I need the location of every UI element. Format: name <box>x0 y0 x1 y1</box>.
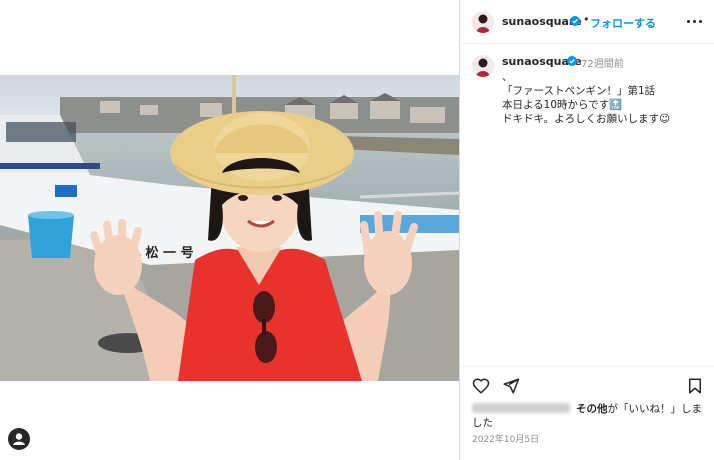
separator-dot: • <box>583 13 590 26</box>
others-link[interactable]: その他 <box>576 403 608 415</box>
liker-name-blurred[interactable] <box>472 403 570 413</box>
post-date[interactable]: 2022年10月5日 <box>472 432 539 445</box>
caption-line: ドキドキ。よろしくお願いします☺︎ <box>502 113 671 125</box>
paper-plane-icon[interactable] <box>502 377 520 395</box>
heart-icon[interactable] <box>472 377 490 395</box>
post-media-panel: 丸 松 一 号 <box>0 0 459 460</box>
caption-text: 、 「ファーストペンギン！」第1話 本日よる10時からです🔝 ドキドキ。よろしく… <box>502 70 670 126</box>
avatar[interactable] <box>472 11 494 33</box>
likes-summary: その他が「いいね！」しました <box>472 402 708 430</box>
verified-badge-icon <box>567 56 577 66</box>
action-bar <box>460 366 714 402</box>
caption-line: 、 <box>502 71 513 83</box>
bookmark-icon[interactable] <box>686 377 704 395</box>
caption-line: 本日よる10時からです🔝 <box>502 99 623 111</box>
post-photo[interactable]: 丸 松 一 号 <box>0 75 459 381</box>
photo-illustration: 丸 松 一 号 <box>0 75 459 381</box>
post-details-panel: sunaosquare • フォローする sunaosquare 72週間前 、… <box>460 0 714 460</box>
tagged-user-icon[interactable] <box>8 428 30 450</box>
follow-button[interactable]: フォローする <box>590 15 656 31</box>
caption-line: 「ファーストペンギン！」第1話 <box>502 85 656 97</box>
post-header: sunaosquare • フォローする <box>460 0 714 44</box>
post-time-ago[interactable]: 72週間前 <box>581 55 624 70</box>
verified-badge-icon <box>570 16 580 26</box>
more-horizontal-icon[interactable] <box>686 14 704 28</box>
caption-avatar[interactable] <box>472 55 494 77</box>
